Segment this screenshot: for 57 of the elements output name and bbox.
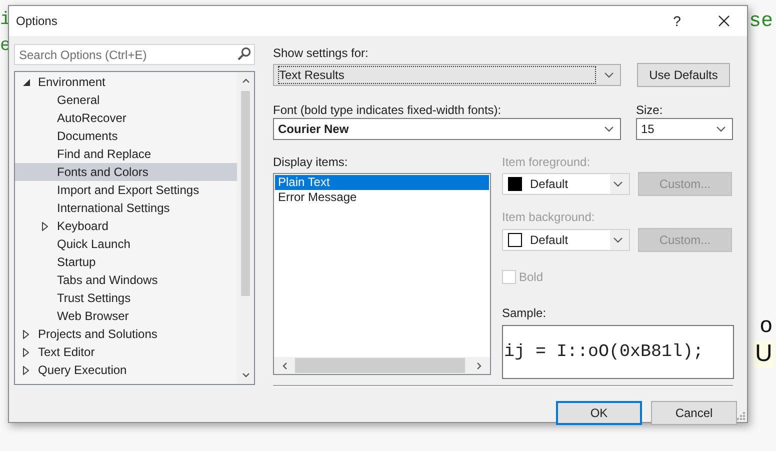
tree-item[interactable]: Documents [15,127,237,145]
dialog-button[interactable]: OK [556,401,642,425]
tree-item[interactable]: Tabs and Windows [15,271,237,289]
scroll-down-icon [242,373,250,378]
code-text: se [749,10,774,33]
window-title: Options [16,14,58,28]
size-dropdown[interactable]: 15 [636,118,733,140]
code-text: o [760,312,772,338]
chevron-down-icon [604,72,614,78]
tree-item[interactable]: Import and Export Settings [15,181,237,199]
field-label: Display items: [273,155,349,170]
tree-item[interactable]: Quick Launch [15,235,237,253]
expanded-triangle-icon [23,78,30,86]
collapsed-triangle-icon [42,222,48,230]
scrollbar[interactable] [274,357,490,374]
help-button[interactable]: ? [657,6,697,36]
tree-item[interactable]: General [15,91,237,109]
close-icon [718,15,730,27]
tree-item[interactable]: Environment [15,73,237,91]
chevron-down-icon [613,181,623,187]
tree-item[interactable]: Trust Settings [15,289,237,307]
search-field[interactable]: Search Options (Ctrl+E) [14,44,255,65]
code-text: U [753,340,774,368]
tree-item[interactable]: Web Browser [15,307,237,325]
scroll-up-icon [242,78,250,83]
list-item[interactable]: Plain Text [275,175,489,190]
tree-item[interactable]: Keyboard [15,217,237,235]
search-icon [237,47,251,61]
settings-dropdown[interactable]: Text Results [273,64,621,86]
scroll-thumb[interactable] [295,358,465,373]
field-label: Size: [636,103,663,118]
scroll-right-icon [477,362,482,370]
scrollbar[interactable] [237,72,254,384]
tree-item[interactable]: Fonts and Colors [15,163,237,181]
tree-item[interactable]: Find and Replace [15,145,237,163]
sample-preview: ij = I::oO(0xB81l); [502,325,734,379]
chevron-down-icon [716,126,726,132]
tree-item[interactable]: Projects and Solutions [15,325,237,343]
field-label: Item foreground: [502,155,592,170]
tree-item[interactable]: Query Execution [15,361,237,379]
field-label: Item background: [502,210,596,225]
resize-grip-icon [737,412,745,420]
use-defaults-button[interactable]: Use Defaults [637,63,730,87]
tree-item[interactable]: International Settings [15,199,237,217]
field-label: Show settings for: [273,46,370,61]
tree-item[interactable]: AutoRecover [15,109,237,127]
tree-item[interactable]: Startup [15,253,237,271]
tree-item[interactable]: Text Editor [15,343,237,361]
scroll-left-icon [282,362,287,370]
field-label: Font (bold type indicates fixed-width fonts): [273,103,502,118]
dialog-button[interactable]: Cancel [651,401,737,425]
chevron-down-icon [604,126,614,132]
list-item[interactable]: Error Message [275,190,489,205]
chevron-down-icon [613,237,623,243]
scroll-thumb[interactable] [241,91,250,296]
font-dropdown[interactable]: Courier New [273,118,621,140]
field-label: Sample: [502,306,548,321]
